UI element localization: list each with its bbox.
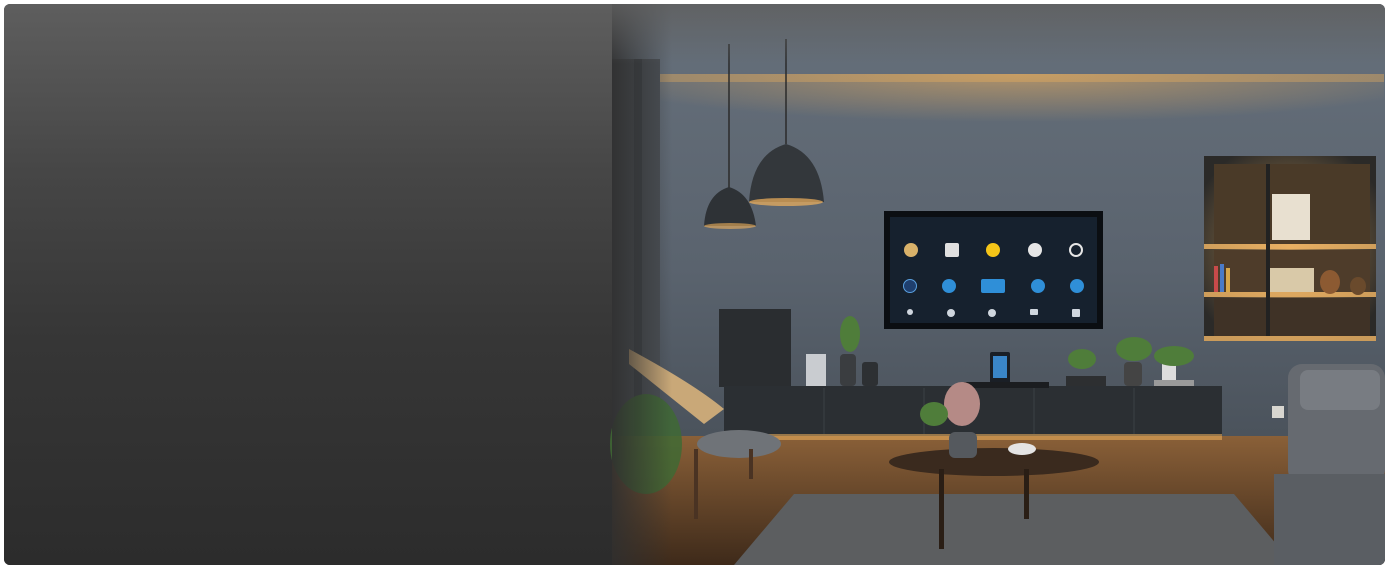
blinds-icon [945, 243, 960, 257]
settings-icon [1030, 309, 1039, 315]
room-illustration [610, 4, 1385, 565]
cloud-icon [942, 279, 957, 293]
up-icon [906, 309, 913, 315]
media-icon [981, 279, 1006, 293]
photo-top-fade [612, 4, 1385, 64]
security-icon [1030, 279, 1045, 293]
smart-tv-screen [887, 214, 1100, 326]
lamp-icon [903, 243, 918, 257]
photo-blend-edge [612, 4, 672, 565]
tv-icon-row-2 [890, 279, 1097, 293]
calendar-icon [1072, 309, 1081, 317]
timer-icon [988, 309, 997, 317]
lock-icon [1070, 279, 1085, 293]
music-icon [902, 279, 917, 293]
climate-icon [1027, 243, 1042, 257]
sun-icon [986, 243, 1001, 257]
living-room-photo [4, 4, 1385, 565]
power-icon [1069, 243, 1084, 257]
tv-icon-row-3 [890, 309, 1097, 317]
wifi-icon [946, 309, 955, 317]
hero-banner [4, 4, 1385, 565]
tv-icon-row-1 [890, 243, 1097, 257]
